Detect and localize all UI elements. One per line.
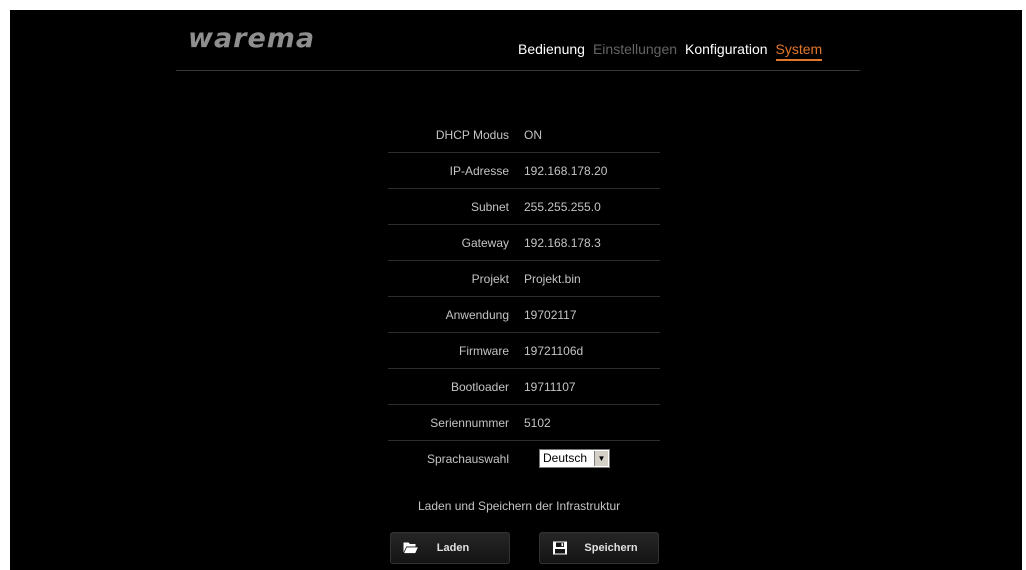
row-label: DHCP Modus <box>435 128 509 142</box>
row-label: Firmware <box>459 344 509 358</box>
row-label: Gateway <box>461 236 509 250</box>
language-select[interactable]: Deutsch ▼ <box>539 449 610 468</box>
row-value: 19702117 <box>524 308 577 322</box>
row-bootloader: Bootloader 19711107 <box>388 369 660 405</box>
nav-konfiguration[interactable]: Konfiguration <box>685 40 768 61</box>
language-select-value: Deutsch <box>543 451 588 465</box>
row-projekt: Projekt Projekt.bin <box>388 261 660 297</box>
row-anwendung: Anwendung 19702117 <box>388 297 660 333</box>
row-sprachauswahl: Sprachauswahl Deutsch ▼ <box>388 441 660 476</box>
row-ip-adresse: IP-Adresse 192.168.178.20 <box>388 153 660 189</box>
dropdown-arrow-icon[interactable]: ▼ <box>594 451 608 466</box>
row-gateway: Gateway 192.168.178.3 <box>388 225 660 261</box>
header-divider <box>176 70 860 71</box>
row-value: 255.255.255.0 <box>524 200 601 214</box>
row-firmware: Firmware 19721106d <box>388 333 660 369</box>
row-value: 192.168.178.20 <box>524 164 608 178</box>
system-info-table: DHCP Modus ON IP-Adresse 192.168.178.20 … <box>388 117 660 476</box>
nav-einstellungen: Einstellungen <box>592 41 678 57</box>
row-dhcp-modus: DHCP Modus ON <box>388 117 660 153</box>
row-value: 19711107 <box>524 380 576 394</box>
row-label: Anwendung <box>445 308 509 322</box>
row-seriennummer: Seriennummer 5102 <box>388 405 660 441</box>
load-button-label: Laden <box>436 542 470 554</box>
row-value: ON <box>524 128 542 142</box>
row-label: Seriennummer <box>430 416 509 430</box>
row-label: Sprachauswahl <box>426 452 509 466</box>
infrastructure-heading: Laden und Speichern der Infrastruktur <box>418 499 621 513</box>
save-button-label: Speichern <box>584 542 638 554</box>
row-subnet: Subnet 255.255.255.0 <box>388 189 660 225</box>
warema-logo: warema <box>188 23 316 54</box>
save-button[interactable]: Speichern <box>539 532 659 564</box>
row-label: Bootloader <box>450 380 509 394</box>
row-label: IP-Adresse <box>449 164 509 178</box>
load-button[interactable]: Laden <box>390 532 510 564</box>
row-value: 19721106d <box>524 344 584 358</box>
nav-bedienung[interactable]: Bedienung <box>518 40 585 61</box>
row-value: Projekt.bin <box>524 272 581 286</box>
row-value: 5102 <box>524 416 551 430</box>
row-value: 192.168.178.3 <box>524 236 601 250</box>
nav-system[interactable]: System <box>775 40 823 61</box>
main-nav: Bedienung Einstellungen Konfiguration Sy… <box>518 40 823 61</box>
row-label: Projekt <box>471 272 509 286</box>
row-label: Subnet <box>470 200 509 214</box>
